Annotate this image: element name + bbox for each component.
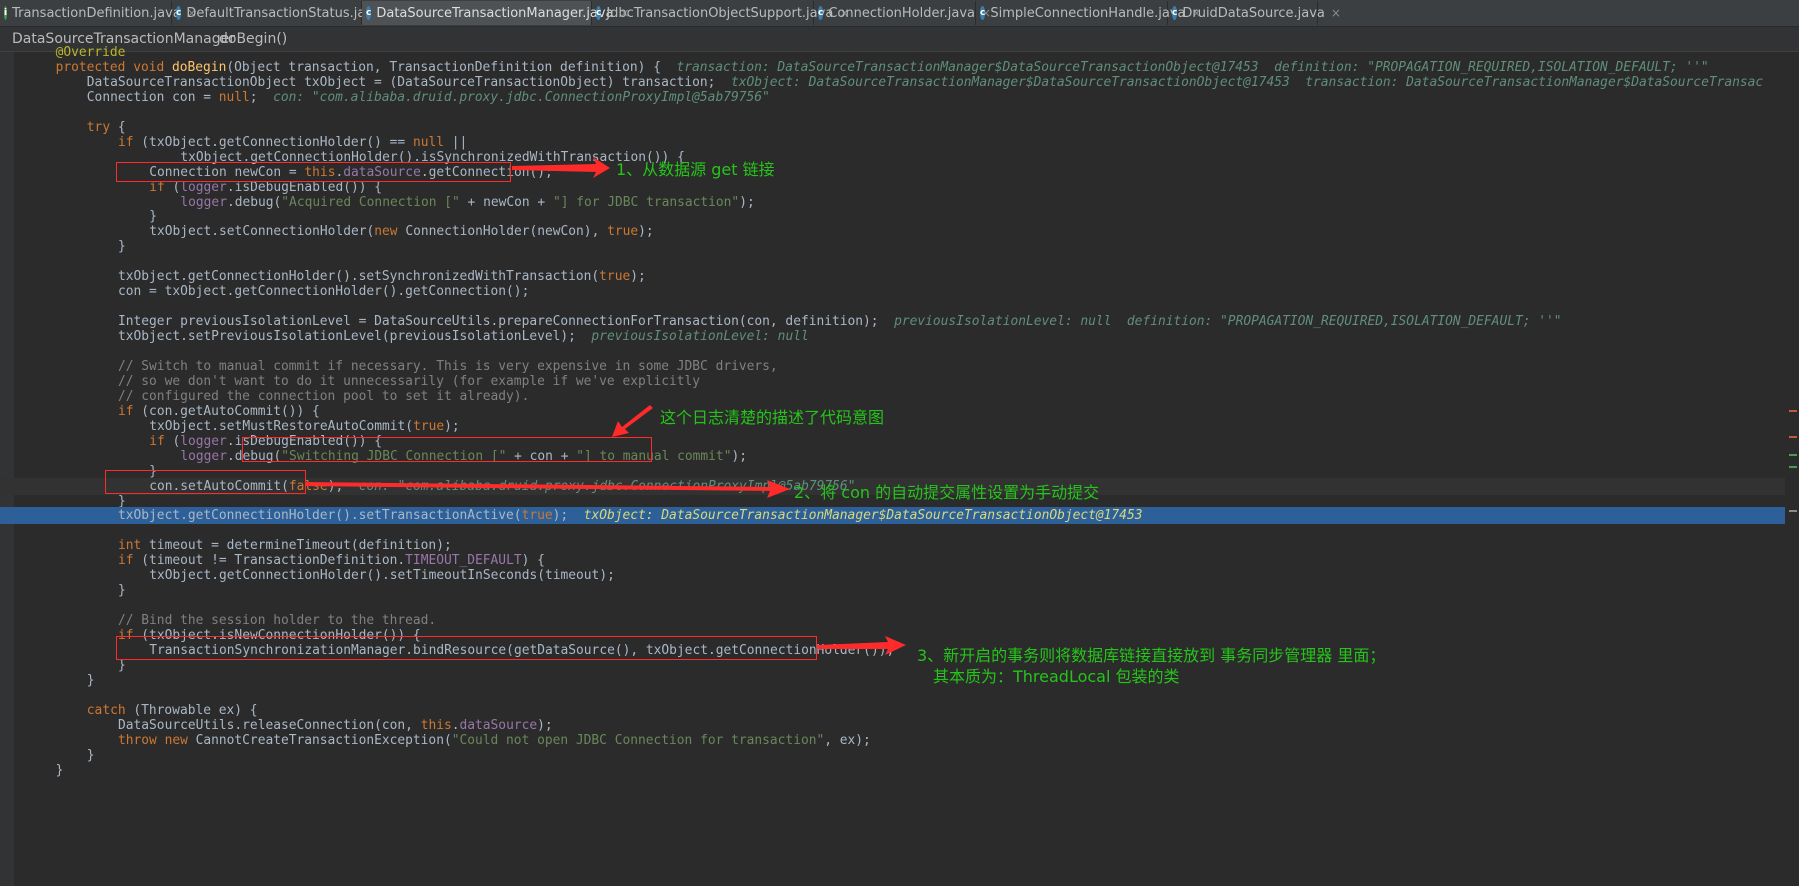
arrow-3: [818, 636, 906, 655]
arrow-1: [512, 157, 610, 178]
annotation-2: 2、将 con 的自动提交属性设置为手动提交: [794, 483, 1100, 502]
arrow-2: [305, 480, 790, 498]
arrow-log: [612, 405, 653, 437]
annotation-3-line2: 其本质为：ThreadLocal 包装的类: [933, 667, 1180, 686]
annotation-log: 这个日志清楚的描述了代码意图: [660, 408, 885, 427]
annotation-1: 1、从数据源 get 链接: [616, 160, 775, 179]
annotation-arrows: [305, 157, 906, 655]
